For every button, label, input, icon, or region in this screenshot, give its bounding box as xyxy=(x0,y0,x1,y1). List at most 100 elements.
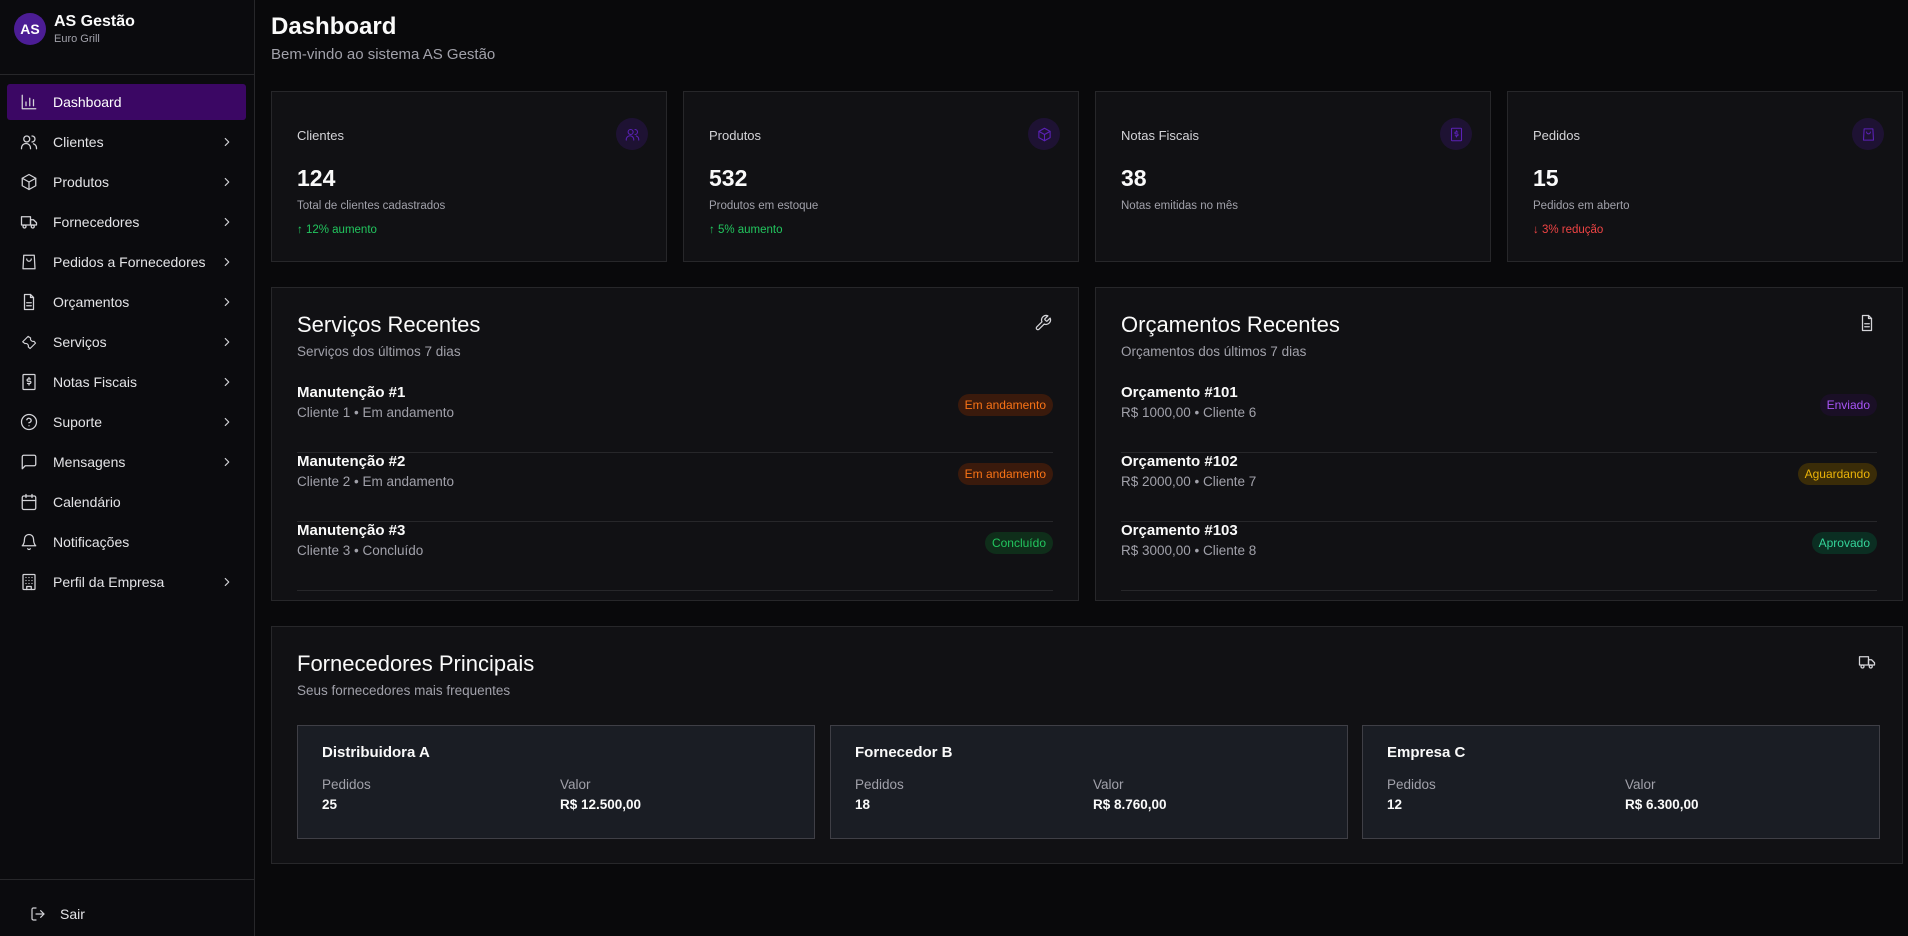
service-title: Manutenção #3 xyxy=(297,522,406,539)
sidebar-item-label: Notas Fiscais xyxy=(53,374,138,390)
wrench-icon xyxy=(19,332,39,352)
value-label: Valor xyxy=(560,777,591,792)
stat-card-produtos[interactable]: Produtos 532 Produtos em estoque ↑ 5% au… xyxy=(683,91,1079,262)
sidebar-item-produtos[interactable]: Produtos xyxy=(7,164,246,200)
list-item[interactable]: Orçamento #103 R$ 3000,00 • Cliente 8 Ap… xyxy=(1121,522,1877,591)
sidebar-item-label: Fornecedores xyxy=(53,214,140,230)
supplier-card[interactable]: Fornecedor B Pedidos 18 Valor R$ 8.760,0… xyxy=(830,725,1348,839)
users-icon xyxy=(616,118,648,150)
logout-label: Sair xyxy=(60,906,85,922)
list-item[interactable]: Manutenção #1 Cliente 1 • Em andamento E… xyxy=(297,384,1053,453)
service-details: Cliente 3 • Concluído xyxy=(297,543,424,558)
logout-button[interactable]: Sair xyxy=(30,906,85,922)
panel-title: Serviços Recentes xyxy=(297,312,481,337)
service-title: Manutenção #2 xyxy=(297,453,406,470)
box-icon xyxy=(1028,118,1060,150)
sidebar-item-label: Orçamentos xyxy=(53,294,130,310)
stat-card-pedidos[interactable]: Pedidos 15 Pedidos em aberto ↓ 3% reduçã… xyxy=(1507,91,1903,262)
truck-icon xyxy=(19,212,39,232)
receipt-dollar-icon xyxy=(1440,118,1472,150)
supplier-name: Distribuidora A xyxy=(322,744,430,761)
value-label: Valor xyxy=(1093,777,1124,792)
panel-subtitle: Serviços dos últimos 7 dias xyxy=(297,344,461,359)
status-badge: Enviado xyxy=(1819,394,1877,416)
recent-quotes-panel: Orçamentos Recentes Orçamentos dos últim… xyxy=(1095,287,1903,601)
orders-value: 12 xyxy=(1387,797,1403,812)
quote-title: Orçamento #103 xyxy=(1121,522,1238,539)
list-item[interactable]: Orçamento #101 R$ 1000,00 • Cliente 6 En… xyxy=(1121,384,1877,453)
chevron-right-icon xyxy=(220,335,234,349)
orders-label: Pedidos xyxy=(322,777,371,792)
chevron-right-icon xyxy=(220,575,234,589)
service-details: Cliente 1 • Em andamento xyxy=(297,405,455,420)
sidebar-item-perfil-empresa[interactable]: Perfil da Empresa xyxy=(7,564,246,600)
stat-card-clientes[interactable]: Clientes 124 Total de clientes cadastrad… xyxy=(271,91,667,262)
help-circle-icon xyxy=(19,412,39,432)
receipt-dollar-icon xyxy=(19,372,39,392)
stat-description: Pedidos em aberto xyxy=(1533,200,1630,212)
stat-value: 15 xyxy=(1533,165,1559,191)
sidebar-item-label: Serviços xyxy=(53,334,107,350)
stat-label: Notas Fiscais xyxy=(1121,128,1200,143)
status-badge: Em andamento xyxy=(957,394,1053,416)
bar-chart-icon xyxy=(19,92,39,112)
sidebar: AS AS Gestão Euro Grill Dashboard Client… xyxy=(0,0,255,936)
stat-value: 124 xyxy=(297,165,336,191)
panel-title: Orçamentos Recentes xyxy=(1121,312,1340,337)
orders-value: 18 xyxy=(855,797,871,812)
box-icon xyxy=(19,172,39,192)
sidebar-item-label: Notificações xyxy=(53,534,130,550)
stat-card-notas-fiscais[interactable]: Notas Fiscais 38 Notas emitidas no mês xyxy=(1095,91,1491,262)
chevron-right-icon xyxy=(220,455,234,469)
chevron-right-icon xyxy=(220,135,234,149)
sidebar-nav: Dashboard Clientes Produtos Fornecedores… xyxy=(7,84,246,604)
brand[interactable]: AS AS Gestão Euro Grill xyxy=(14,12,135,46)
log-out-icon xyxy=(31,907,45,921)
total-value: R$ 12.500,00 xyxy=(560,797,642,812)
sidebar-item-servicos[interactable]: Serviços xyxy=(7,324,246,360)
service-title: Manutenção #1 xyxy=(297,384,406,401)
sidebar-item-clientes[interactable]: Clientes xyxy=(7,124,246,160)
shopping-bag-icon xyxy=(19,252,39,272)
list-item[interactable]: Manutenção #2 Cliente 2 • Em andamento E… xyxy=(297,453,1053,522)
bell-icon xyxy=(19,532,39,552)
truck-icon xyxy=(1858,653,1878,673)
stat-description: Notas emitidas no mês xyxy=(1121,200,1238,212)
sidebar-item-mensagens[interactable]: Mensagens xyxy=(7,444,246,480)
shopping-bag-icon xyxy=(1852,118,1884,150)
calendar-icon xyxy=(19,492,39,512)
stat-label: Clientes xyxy=(297,128,344,143)
sidebar-item-calendario[interactable]: Calendário xyxy=(7,484,246,520)
file-text-icon xyxy=(1858,314,1878,334)
sidebar-item-label: Perfil da Empresa xyxy=(53,574,165,590)
sidebar-item-suporte[interactable]: Suporte xyxy=(7,404,246,440)
sidebar-item-notas-fiscais[interactable]: Notas Fiscais xyxy=(7,364,246,400)
list-item[interactable]: Orçamento #102 R$ 2000,00 • Cliente 7 Ag… xyxy=(1121,453,1877,522)
sidebar-item-fornecedores[interactable]: Fornecedores xyxy=(7,204,246,240)
chevron-right-icon xyxy=(220,215,234,229)
supplier-card[interactable]: Empresa C Pedidos 12 Valor R$ 6.300,00 xyxy=(1362,725,1880,839)
panel-subtitle: Orçamentos dos últimos 7 dias xyxy=(1121,344,1307,359)
divider xyxy=(0,74,254,75)
supplier-card[interactable]: Distribuidora A Pedidos 25 Valor R$ 12.5… xyxy=(297,725,815,839)
sidebar-item-dashboard[interactable]: Dashboard xyxy=(7,84,246,120)
supplier-name: Empresa C xyxy=(1387,744,1466,761)
sidebar-item-pedidos-fornecedores[interactable]: Pedidos a Fornecedores xyxy=(7,244,246,280)
sidebar-item-orcamentos[interactable]: Orçamentos xyxy=(7,284,246,320)
stat-trend: ↓ 3% redução xyxy=(1533,224,1604,236)
sidebar-item-notificacoes[interactable]: Notificações xyxy=(7,524,246,560)
stat-trend: ↑ 5% aumento xyxy=(709,224,783,236)
building-icon xyxy=(19,572,39,592)
sidebar-item-label: Dashboard xyxy=(53,94,122,110)
orders-label: Pedidos xyxy=(855,777,904,792)
quote-title: Orçamento #101 xyxy=(1121,384,1238,401)
total-value: R$ 6.300,00 xyxy=(1625,797,1699,812)
stat-description: Produtos em estoque xyxy=(709,200,819,212)
sidebar-item-label: Calendário xyxy=(53,494,121,510)
orders-value: 25 xyxy=(322,797,338,812)
users-icon xyxy=(19,132,39,152)
sidebar-item-label: Clientes xyxy=(53,134,104,150)
list-item[interactable]: Manutenção #3 Cliente 3 • Concluído Conc… xyxy=(297,522,1053,591)
stat-description: Total de clientes cadastrados xyxy=(297,200,446,212)
chevron-right-icon xyxy=(220,255,234,269)
